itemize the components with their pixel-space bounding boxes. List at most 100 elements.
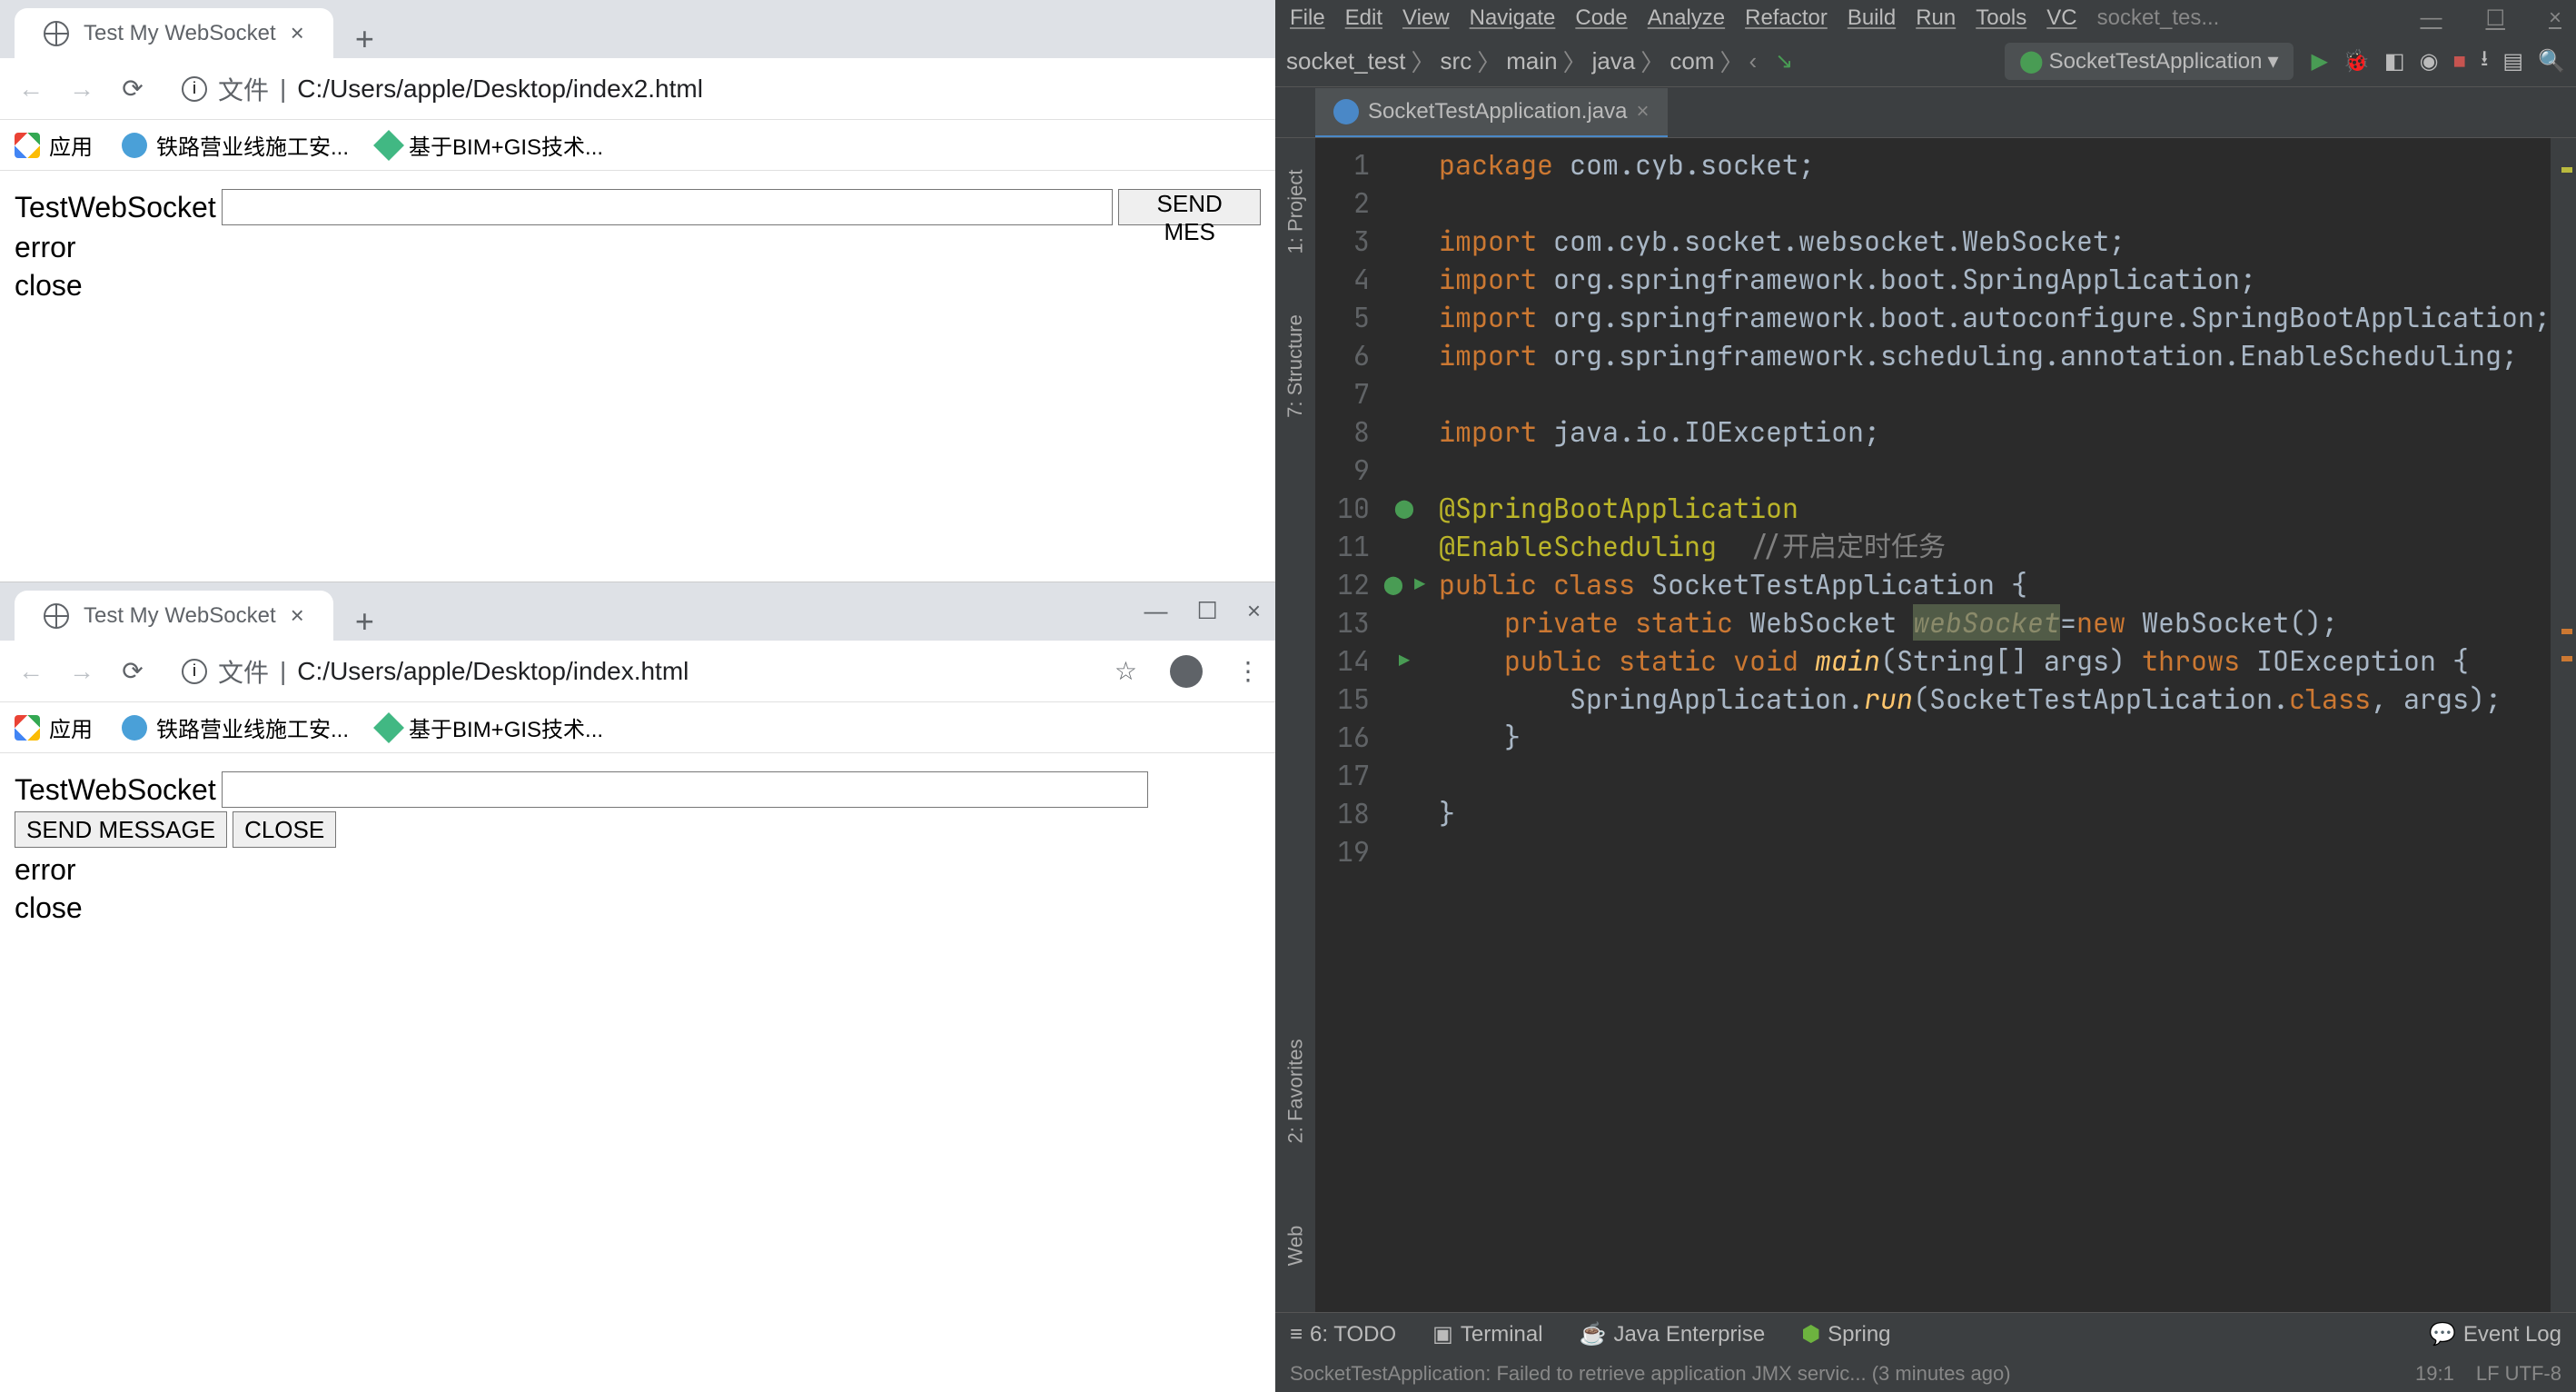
page-body: TestWebSocket SEND MESSAGE CLOSE error c… [0, 753, 1275, 945]
bookmark-rail[interactable]: 铁路营业线施工安... [122, 129, 349, 161]
more-icon[interactable]: ⋮ [1235, 656, 1261, 686]
menu-refactor[interactable]: Refactor [1738, 5, 1835, 31]
page-title: TestWebSocket [15, 191, 216, 224]
url-path: C:/Users/apple/Desktop/index2.html [297, 75, 703, 104]
send-message-button[interactable]: SEND MESSAGE [15, 811, 227, 848]
editor-tab[interactable]: SocketTestApplication.java × [1315, 88, 1668, 137]
intellij-ide: File Edit View Navigate Code Analyze Ref… [1275, 0, 2576, 1392]
tool-java-enterprise[interactable]: ☕Java Enterprise [1580, 1321, 1766, 1347]
info-icon[interactable]: i [182, 659, 207, 684]
close-button[interactable]: × [1247, 597, 1261, 625]
address-bar: ← → ⟳ i 文件 | C:/Users/apple/Desktop/inde… [0, 58, 1275, 120]
search-button[interactable]: 🔍 [2538, 48, 2565, 75]
tab[interactable]: Test My WebSocket × [15, 591, 333, 641]
tool-terminal[interactable]: ▣Terminal [1432, 1321, 1542, 1347]
menu-file[interactable]: File [1283, 5, 1333, 31]
new-tab-button[interactable]: + [333, 602, 396, 641]
bookmark-bim[interactable]: 基于BIM+GIS技术... [378, 129, 603, 161]
gutter-marks: ⬤⬤ ▶▶ [1381, 138, 1428, 1312]
close-icon[interactable]: × [291, 19, 304, 47]
tool-todo[interactable]: ≡6: TODO [1290, 1322, 1396, 1347]
tool-project[interactable]: 1: Project [1229, 170, 1362, 254]
window-controls: — ☐ × [1144, 597, 1262, 625]
rail-icon [122, 715, 147, 741]
profile-avatar[interactable] [1170, 655, 1203, 688]
hammer-icon[interactable]: ↘ [1775, 48, 1793, 75]
coverage-button[interactable]: ◧ [2384, 48, 2405, 75]
tool-structure[interactable]: 7: Structure [1229, 314, 1362, 418]
url-field[interactable]: i 文件 | C:/Users/apple/Desktop/index.html [167, 653, 1096, 690]
tab[interactable]: Test My WebSocket × [15, 8, 333, 58]
back-button[interactable]: ← [15, 655, 47, 688]
maximize-button[interactable]: ☐ [1197, 597, 1218, 625]
close-button[interactable]: CLOSE [233, 811, 336, 848]
breadcrumb[interactable]: socket_test〉 src〉 main〉 java〉 com〉 ‹ [1286, 45, 1757, 78]
menu-trunc: socket_tes... [2090, 5, 2227, 31]
bookmark-rail[interactable]: 铁路营业线施工安... [122, 711, 349, 743]
status-message: SocketTestApplication: Failed to retriev… [1290, 1362, 2011, 1386]
message-input[interactable] [222, 189, 1114, 225]
menu-code[interactable]: Code [1568, 5, 1634, 31]
message-input[interactable] [222, 771, 1148, 808]
bim-icon [373, 130, 404, 161]
minimize-button[interactable]: — [2413, 5, 2449, 32]
run-config-selector[interactable]: ⬤ SocketTestApplication ▾ [2005, 43, 2294, 80]
warn-mark [2561, 629, 2572, 634]
browser-window-2: Test My WebSocket × + — ☐ × ← → ⟳ i 文件 |… [0, 582, 1275, 945]
tool-spring[interactable]: ⬢Spring [1801, 1321, 1890, 1347]
star-icon[interactable]: ☆ [1115, 656, 1137, 686]
menu-run[interactable]: Run [1908, 5, 1963, 31]
address-bar: ← → ⟳ i 文件 | C:/Users/apple/Desktop/inde… [0, 641, 1275, 702]
structure-button[interactable]: ▤ [2502, 48, 2523, 75]
code-content[interactable]: package com.cyb.socket; import com.cyb.s… [1428, 138, 2551, 1312]
warn-mark [2561, 167, 2572, 173]
tool-web[interactable]: Web [1229, 1226, 1362, 1267]
close-button[interactable]: × [2541, 5, 2569, 32]
run-button[interactable]: ▶ [2312, 48, 2328, 75]
bookmark-bim[interactable]: 基于BIM+GIS技术... [378, 711, 603, 743]
menu-analyze[interactable]: Analyze [1640, 5, 1732, 31]
url-label: 文件 [218, 71, 269, 107]
window-controls: — ☐ × [2413, 5, 2569, 32]
log-line: error [15, 229, 1261, 267]
bookmark-apps[interactable]: 应用 [15, 711, 93, 743]
debug-button[interactable]: 🐞 [2343, 48, 2370, 75]
tool-favorites[interactable]: 2: Favorites [1229, 1039, 1362, 1144]
bim-icon [373, 712, 404, 743]
rail-icon [122, 133, 147, 158]
minimize-button[interactable]: — [1144, 597, 1168, 625]
stop-button[interactable]: ■ [2453, 49, 2467, 75]
log-line: close [15, 890, 1261, 928]
tab-title: Test My WebSocket [84, 603, 276, 629]
url-path: C:/Users/apple/Desktop/index.html [297, 657, 689, 686]
menu-edit[interactable]: Edit [1338, 5, 1390, 31]
menu-view[interactable]: View [1395, 5, 1457, 31]
cursor-position[interactable]: 19:1 [2415, 1362, 2454, 1386]
url-field[interactable]: i 文件 | C:/Users/apple/Desktop/index2.htm… [167, 71, 1261, 107]
forward-button[interactable]: → [65, 655, 98, 688]
bookmark-apps[interactable]: 应用 [15, 129, 93, 161]
menu-navigate[interactable]: Navigate [1462, 5, 1563, 31]
forward-button[interactable]: → [65, 73, 98, 105]
new-tab-button[interactable]: + [333, 20, 396, 58]
info-icon[interactable]: i [182, 76, 207, 102]
menu-build[interactable]: Build [1840, 5, 1903, 31]
encoding[interactable]: LF UTF-8 [2476, 1362, 2561, 1386]
menu-tools[interactable]: Tools [1968, 5, 2034, 31]
globe-icon [44, 21, 69, 46]
reload-button[interactable]: ⟳ [116, 655, 149, 688]
close-icon[interactable]: × [1637, 99, 1650, 124]
code-editor[interactable]: 12345678910111213141516171819 ⬤⬤ ▶▶ pack… [1315, 138, 2576, 1312]
scrollbar[interactable] [2551, 138, 2576, 1312]
event-log[interactable]: 💬Event Log [2429, 1321, 2561, 1347]
vcs-button[interactable]: ⭳ [2481, 43, 2488, 80]
menu-vcs[interactable]: VC [2039, 5, 2084, 31]
profile-button[interactable]: ◉ [2420, 48, 2439, 75]
close-icon[interactable]: × [291, 602, 304, 630]
status-bar: SocketTestApplication: Failed to retriev… [1275, 1356, 2576, 1392]
main-menu: File Edit View Navigate Code Analyze Ref… [1275, 0, 2576, 36]
back-button[interactable]: ← [15, 73, 47, 105]
reload-button[interactable]: ⟳ [116, 73, 149, 105]
chevron-down-icon: ▾ [2267, 48, 2278, 75]
maximize-button[interactable]: ☐ [2478, 5, 2512, 32]
